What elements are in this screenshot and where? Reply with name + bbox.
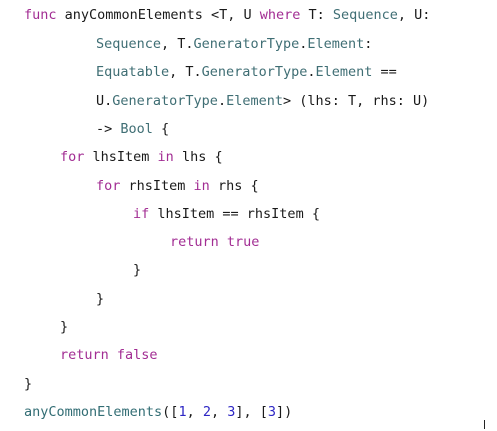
code-text: } [133, 262, 142, 278]
code-text: , [210, 404, 228, 420]
code-line: } [96, 289, 104, 309]
code-text: == [372, 64, 397, 80]
code-text: , [186, 404, 203, 420]
code-line: Sequence, T.GeneratorType.Element: [96, 34, 372, 54]
code-type: Equatable [96, 64, 170, 80]
code-text: ], [ [235, 404, 268, 420]
code-text: -> [96, 121, 121, 137]
code-line: U.GeneratorType.Element> (lhs: T, rhs: U… [96, 91, 429, 111]
code-keyword: func [24, 7, 57, 23]
code-text: } [96, 291, 105, 307]
code-line: } [24, 374, 32, 394]
code-text: U. [96, 93, 113, 109]
code-text: . [217, 93, 227, 109]
code-text: <T, U [202, 7, 260, 23]
code-keyword: return [60, 347, 109, 363]
code-text: rhs { [209, 178, 259, 194]
code-line: anyCommonElements([1, 2, 3], [3]) [24, 402, 292, 422]
code-type: GeneratorType [112, 93, 218, 109]
code-editor[interactable]: func anyCommonElements <T, U where T: Se… [0, 0, 497, 431]
code-line: for rhsItem in rhs { [96, 176, 259, 196]
code-type: GeneratorType [193, 36, 300, 52]
code-line: -> Bool { [96, 119, 169, 139]
code-text: ]) [276, 404, 293, 420]
code-text: rhsItem [120, 178, 194, 194]
code-text: , T. [161, 36, 194, 52]
code-keyword: false [116, 347, 158, 363]
code-keyword: for [60, 149, 85, 165]
code-text: lhs { [173, 149, 223, 165]
code-keyword: in [157, 149, 174, 165]
text-cursor [484, 420, 485, 429]
code-keyword: return [170, 234, 219, 250]
code-text: anyCommonElements [64, 7, 203, 23]
code-text: { [152, 121, 170, 137]
code-text: T: [300, 7, 333, 23]
code-keyword: where [259, 7, 301, 23]
code-text: ([ [162, 404, 179, 420]
code-type: Sequence [96, 36, 162, 52]
code-text: } [24, 376, 33, 392]
code-line: func anyCommonElements <T, U where T: Se… [24, 5, 430, 25]
code-text: lhsItem == rhsItem { [149, 206, 320, 222]
code-line: for lhsItem in lhs { [60, 147, 223, 167]
code-text: } [60, 319, 69, 335]
code-text: > (lhs: T, rhs: U) [282, 93, 430, 109]
code-type: GeneratorType [201, 64, 308, 80]
code-type: Element [226, 93, 283, 109]
code-line: } [133, 260, 141, 280]
code-text: lhsItem [84, 149, 158, 165]
code-line: if lhsItem == rhsItem { [133, 204, 320, 224]
code-number-literal: 3 [267, 404, 277, 420]
code-keyword: for [96, 178, 121, 194]
code-keyword: if [133, 206, 150, 222]
code-type: Sequence [332, 7, 398, 23]
code-type: Bool [120, 121, 153, 137]
code-line: } [60, 317, 68, 337]
code-text: : [364, 36, 373, 52]
code-keyword: in [193, 178, 210, 194]
code-number-literal: 1 [178, 404, 187, 420]
code-text: , U: [397, 7, 431, 23]
code-line: Equatable, T.GeneratorType.Element == [96, 62, 397, 82]
code-keyword: true [226, 234, 260, 250]
code-text: , T. [169, 64, 202, 80]
code-type: Element [307, 36, 365, 52]
code-function-name: anyCommonElements [24, 404, 163, 420]
code-number-literal: 2 [202, 404, 211, 420]
code-line: return true [170, 232, 259, 252]
code-type: Element [315, 64, 373, 80]
code-line: return false [60, 345, 158, 365]
